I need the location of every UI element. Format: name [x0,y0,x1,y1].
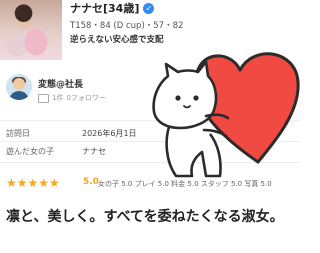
visit-date-value: 2026年6月1日 [82,129,137,138]
reviewer-name[interactable]: 変態@社長 [38,77,83,90]
girl-stats: T158・84 (D cup)・57・82 [70,21,184,31]
reviewer-meta: 1件 0フォロワー [38,93,106,103]
played-girl-value[interactable]: ナナセ [82,146,106,157]
girl-photo[interactable] [0,0,62,60]
verified-check-icon: ✓ [143,2,155,14]
girl-name[interactable]: ナナセ[34歳] [70,0,139,16]
review-headline: 凛と、美しく。すべてを委ねたくなる淑女。 [6,209,284,225]
played-girl-label: 遊んだ女の子 [6,147,54,156]
follower-count: 0フォロワー [66,94,106,102]
visit-date-label: 訪問日 [6,129,30,138]
rating-score: 5.0 [83,177,99,187]
cat-heart-sticker-icon [152,52,300,178]
reviewer-avatar[interactable] [6,74,32,100]
review-count-icon [38,93,49,103]
review-count: 1件 [52,94,64,102]
rating-stars-icon: ★★★★★ [6,176,60,190]
girl-name-row: ナナセ[34歳] ✓ [70,0,155,16]
